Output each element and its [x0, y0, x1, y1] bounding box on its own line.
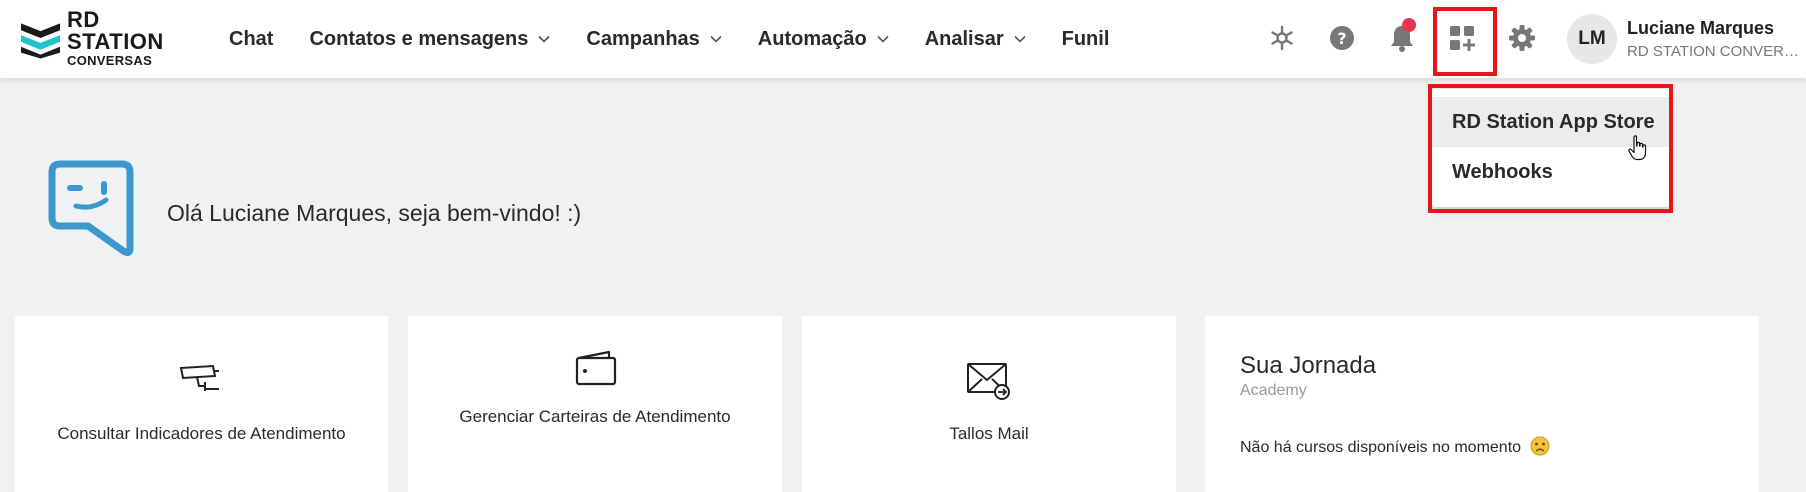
brand-name-line1: RD STATION [67, 7, 164, 54]
chevron-down-icon [538, 35, 550, 43]
user-info: Luciane Marques RD STATION CONVERS... [1627, 18, 1802, 60]
nav-item-contatos[interactable]: Contatos e mensagens [309, 28, 550, 51]
brand-logo[interactable]: RD STATION CONVERSAS [20, 9, 200, 67]
user-name: Luciane Marques [1627, 18, 1775, 38]
card-carteiras[interactable]: Gerenciar Carteiras de Atendimento [408, 316, 782, 492]
help-button[interactable]: ? [1322, 18, 1362, 58]
card-label: Consultar Indicadores de Atendimento [57, 424, 346, 443]
card-tallos-mail[interactable]: Tallos Mail [802, 316, 1176, 492]
journey-message-text: Não há cursos disponíveis no momento [1240, 439, 1522, 456]
gear-icon [1509, 25, 1535, 51]
main-nav: Chat Contatos e mensagens Campanhas Auto… [229, 0, 1145, 78]
journey-subtitle: Academy [1240, 382, 1307, 399]
nav-item-label: Contatos e mensagens [309, 27, 529, 50]
nav-item-label: Campanhas [586, 27, 700, 50]
nav-item-analisar[interactable]: Analisar [925, 28, 1026, 51]
sad-face-icon [1530, 436, 1549, 456]
svg-text:?: ? [1337, 29, 1346, 48]
chat-face-icon [48, 160, 134, 257]
nav-item-campanhas[interactable]: Campanhas [586, 27, 722, 51]
card-label: Tallos Mail [949, 424, 1029, 443]
cctv-camera-icon [179, 364, 219, 391]
welcome-message: Olá Luciane Marques, seja bem-vindo! :) [167, 200, 582, 226]
journey-empty-message: Não há cursos disponíveis no momento [1240, 436, 1550, 457]
settings-button[interactable] [1502, 18, 1542, 58]
wallet-icon [575, 350, 617, 386]
mail-forward-icon [967, 363, 1010, 400]
help-icon: ? [1330, 26, 1354, 50]
notification-dot [1402, 18, 1416, 32]
card-indicadores[interactable]: Consultar Indicadores de Atendimento [15, 316, 388, 492]
avatar: LM [1567, 14, 1617, 64]
brand-logo-text: RD STATION CONVERSAS [67, 7, 200, 68]
nav-item-label: Automação [757, 27, 867, 50]
nav-item-automacao[interactable]: Automação [758, 28, 889, 51]
top-navigation-bar: RD STATION CONVERSAS Chat Contatos e men… [0, 0, 1806, 78]
nav-item-label: Chat [229, 27, 274, 50]
nav-item-chat[interactable]: Chat [229, 28, 273, 51]
card-sua-jornada: Sua Jornada Academy Não há cursos dispon… [1205, 316, 1759, 492]
apps-button-highlight [1433, 7, 1497, 76]
card-label: Gerenciar Carteiras de Atendimento [459, 407, 731, 426]
nav-item-label: Analisar [924, 27, 1004, 50]
user-menu[interactable]: LM Luciane Marques RD STATION CONVERS... [1567, 14, 1802, 64]
nav-item-funil[interactable]: Funil [1062, 28, 1110, 51]
hand-cursor-icon [1628, 135, 1647, 161]
brand-name-line2: CONVERSAS [67, 53, 153, 68]
notifications-button[interactable] [1382, 18, 1422, 58]
user-organization: RD STATION CONVERS... [1627, 43, 1802, 60]
network-button[interactable] [1262, 18, 1302, 58]
chevron-down-icon [877, 35, 889, 43]
nav-item-label: Funil [1061, 27, 1110, 50]
network-icon [1271, 25, 1293, 51]
brand-logo-mark [20, 23, 61, 59]
chevron-down-icon [1014, 35, 1026, 43]
journey-title: Sua Jornada [1240, 352, 1377, 379]
chevron-down-icon [710, 35, 722, 43]
